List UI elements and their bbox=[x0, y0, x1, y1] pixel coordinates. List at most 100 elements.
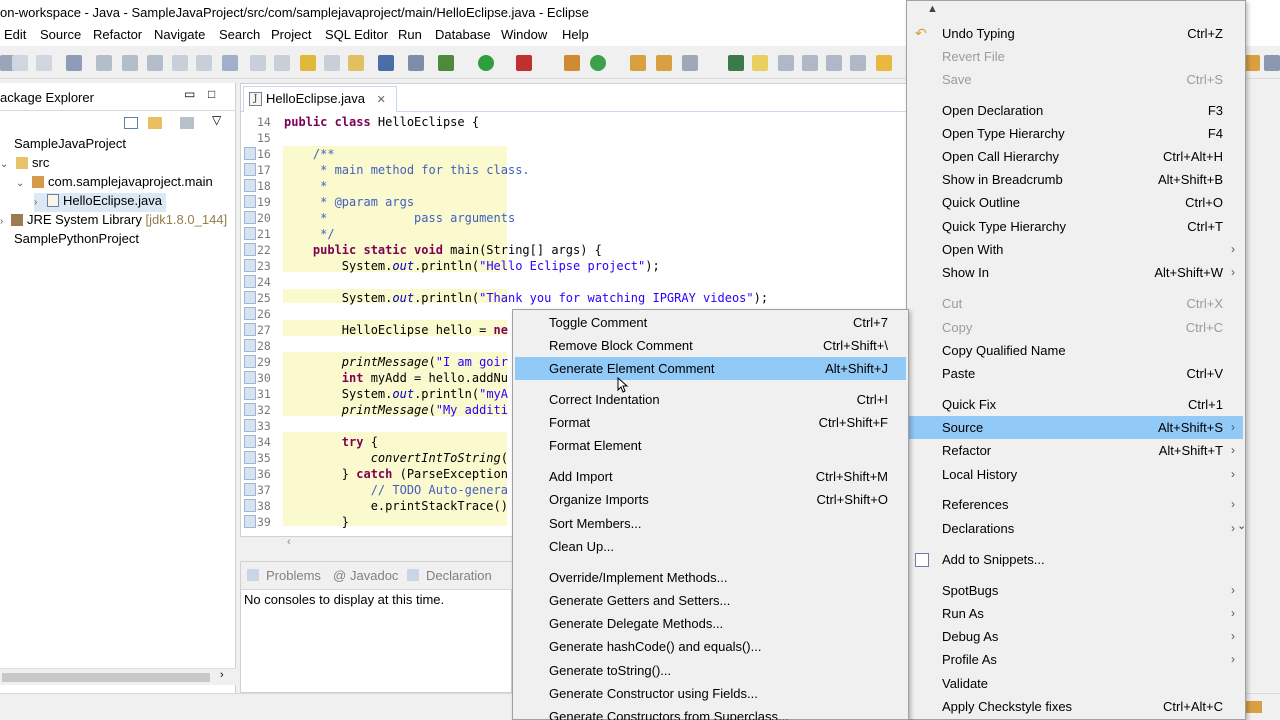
menu-item-add-import[interactable]: Add Import Ctrl+Shift+M bbox=[515, 465, 906, 488]
menu-item-organize-imports[interactable]: Organize Imports Ctrl+Shift+O bbox=[515, 488, 906, 511]
menu-item-open-declaration[interactable]: Open Declaration F3 bbox=[909, 99, 1243, 122]
menu-navigate[interactable]: Navigate bbox=[154, 27, 205, 42]
menu-item-local-history[interactable]: Local History › bbox=[909, 463, 1243, 486]
menu-item-generate-element-comment[interactable]: Generate Element Comment Alt+Shift+J bbox=[515, 357, 906, 380]
menu-item-spotbugs[interactable]: SpotBugs › bbox=[909, 579, 1243, 602]
menu-item-refactor[interactable]: Refactor Alt+Shift+T › bbox=[909, 439, 1243, 462]
focus-icon[interactable] bbox=[180, 117, 194, 129]
menu-database[interactable]: Database bbox=[435, 27, 491, 42]
chevron-right-icon[interactable]: › bbox=[0, 216, 3, 227]
menu-item-validate[interactable]: Validate bbox=[909, 672, 1243, 695]
tab-problems[interactable]: Problems bbox=[266, 568, 321, 583]
menu-item-debug-as[interactable]: Debug As › bbox=[909, 625, 1243, 648]
scroll-up-icon[interactable]: ▲ bbox=[927, 3, 938, 15]
undo-icon[interactable] bbox=[300, 55, 316, 71]
menu-refactor[interactable]: Refactor bbox=[93, 27, 142, 42]
menu-item-copy-qualified-name[interactable]: Copy Qualified Name bbox=[909, 339, 1243, 362]
tab-declaration[interactable]: Declaration bbox=[426, 568, 492, 583]
java-perspective-icon[interactable] bbox=[1264, 55, 1280, 71]
menu-run[interactable]: Run bbox=[398, 27, 422, 42]
tab-javadoc[interactable]: Javadoc bbox=[350, 568, 398, 583]
task-icon[interactable] bbox=[147, 55, 163, 71]
menu-item-show-in-breadcrumb[interactable]: Show in Breadcrumb Alt+Shift+B bbox=[909, 168, 1243, 191]
chevron-right-icon[interactable]: › bbox=[34, 197, 37, 208]
menu-item-open-with[interactable]: Open With › bbox=[909, 238, 1243, 261]
paste-icon[interactable] bbox=[274, 55, 290, 71]
menu-item-run-as[interactable]: Run As › bbox=[909, 602, 1243, 625]
code-line[interactable]: 17 * main method for this class. bbox=[241, 162, 909, 178]
menu-project[interactable]: Project bbox=[271, 27, 311, 42]
scroll-right-icon[interactable]: › bbox=[220, 669, 224, 681]
tree-item-package[interactable]: ⌄ com.samplejavaproject.main bbox=[16, 174, 213, 193]
menu-search[interactable]: Search bbox=[219, 27, 260, 42]
minimize-icon[interactable]: ▭ bbox=[184, 87, 195, 101]
menu-item-generate-tostring[interactable]: Generate toString()... bbox=[515, 659, 906, 682]
pin-icon[interactable] bbox=[408, 55, 424, 71]
menu-item-format-element[interactable]: Format Element bbox=[515, 434, 906, 457]
open-task-icon[interactable] bbox=[656, 55, 672, 71]
scroll-down-icon[interactable]: ⌄ bbox=[1237, 519, 1246, 532]
toggle-icon[interactable] bbox=[778, 55, 794, 71]
menu-item-apply-checkstyle-fixes[interactable]: Apply Checkstyle fixes Ctrl+Alt+C bbox=[909, 695, 1243, 718]
code-line[interactable]: 18 * bbox=[241, 178, 909, 194]
menu-edit[interactable]: Edit bbox=[4, 27, 26, 42]
scroll-left-icon[interactable]: ‹ bbox=[287, 536, 291, 548]
menu-item-format[interactable]: Format Ctrl+Shift+F bbox=[515, 411, 906, 434]
menu-item-correct-indentation[interactable]: Correct Indentation Ctrl+I bbox=[515, 388, 906, 411]
copy-icon[interactable] bbox=[250, 55, 266, 71]
menu-item-show-in[interactable]: Show In Alt+Shift+W › bbox=[909, 261, 1243, 284]
tree-item-samplepythonproject[interactable]: SamplePythonProject bbox=[0, 231, 139, 250]
menu-item-cut[interactable]: Cut Ctrl+X bbox=[909, 292, 1243, 315]
collapse-all-icon[interactable] bbox=[124, 117, 138, 129]
menu-item-undo-typing[interactable]: ↶ Undo Typing Ctrl+Z bbox=[909, 22, 1243, 45]
open-type-icon[interactable] bbox=[630, 55, 646, 71]
paragraph-icon[interactable] bbox=[850, 55, 866, 71]
link-with-editor-icon[interactable] bbox=[148, 117, 162, 129]
mark-icon[interactable] bbox=[802, 55, 818, 71]
menu-item-sort-members[interactable]: Sort Members... bbox=[515, 512, 906, 535]
tree-item-src[interactable]: ⌄ src bbox=[0, 155, 49, 174]
menu-item-save[interactable]: Save Ctrl+S bbox=[909, 68, 1243, 91]
highlight-icon[interactable] bbox=[752, 55, 768, 71]
search-icon[interactable] bbox=[682, 55, 698, 71]
menu-source[interactable]: Source bbox=[40, 27, 81, 42]
editor-tab-helloeclipse[interactable]: J HelloEclipse.java ✕ bbox=[243, 86, 397, 112]
horizontal-scrollbar[interactable]: › bbox=[0, 668, 236, 685]
print-icon[interactable] bbox=[66, 55, 82, 71]
save-all-icon[interactable] bbox=[36, 55, 52, 71]
code-line[interactable]: 23 System.out.println("Hello Eclipse pro… bbox=[241, 258, 909, 274]
tree-item-jre[interactable]: › JRE System Library [jdk1.8.0_144] bbox=[0, 212, 227, 231]
tree-item-helloeclipse[interactable]: › HelloEclipse.java bbox=[34, 193, 166, 212]
block-icon[interactable] bbox=[826, 55, 842, 71]
new-class-icon[interactable] bbox=[590, 55, 606, 71]
menu-item-copy[interactable]: Copy Ctrl+C bbox=[909, 316, 1243, 339]
code-line[interactable]: 16 /** bbox=[241, 146, 909, 162]
code-line[interactable]: 15 bbox=[241, 130, 909, 146]
code-line[interactable]: 25 System.out.println("Thank you for wat… bbox=[241, 290, 909, 306]
menu-item-declarations[interactable]: Declarations › bbox=[909, 517, 1243, 540]
tree-item-samplejavaproject[interactable]: SampleJavaProject bbox=[0, 136, 126, 155]
menu-item-generate-delegate-methods[interactable]: Generate Delegate Methods... bbox=[515, 612, 906, 635]
code-line[interactable]: 19 * @param args bbox=[241, 194, 909, 210]
open-icon[interactable] bbox=[348, 55, 364, 71]
save-icon[interactable] bbox=[12, 55, 28, 71]
external-tools-icon[interactable] bbox=[516, 55, 532, 71]
menu-item-toggle-comment[interactable]: Toggle Comment Ctrl+7 bbox=[515, 311, 906, 334]
chevron-down-icon[interactable]: ⌄ bbox=[0, 159, 8, 170]
menu-item-generate-constructor-fields[interactable]: Generate Constructor using Fields... bbox=[515, 682, 906, 705]
doc2-icon[interactable] bbox=[196, 55, 212, 71]
code-line[interactable]: 24 bbox=[241, 274, 909, 290]
menu-help[interactable]: Help bbox=[562, 27, 589, 42]
menu-item-revert-file[interactable]: Revert File bbox=[909, 45, 1243, 68]
menu-item-quick-fix[interactable]: Quick Fix Ctrl+1 bbox=[909, 393, 1243, 416]
menu-item-open-type-hierarchy[interactable]: Open Type Hierarchy F4 bbox=[909, 122, 1243, 145]
menu-window[interactable]: Window bbox=[501, 27, 547, 42]
menu-item-open-call-hierarchy[interactable]: Open Call Hierarchy Ctrl+Alt+H bbox=[909, 145, 1243, 168]
code-line[interactable]: 14 public class HelloEclipse { bbox=[241, 114, 909, 130]
build-icon[interactable] bbox=[96, 55, 112, 71]
refresh-icon[interactable] bbox=[324, 55, 340, 71]
annotation-icon[interactable] bbox=[728, 55, 744, 71]
debug-icon[interactable] bbox=[438, 55, 454, 71]
terminal-icon[interactable] bbox=[122, 55, 138, 71]
perspective-icon[interactable] bbox=[1244, 55, 1260, 71]
